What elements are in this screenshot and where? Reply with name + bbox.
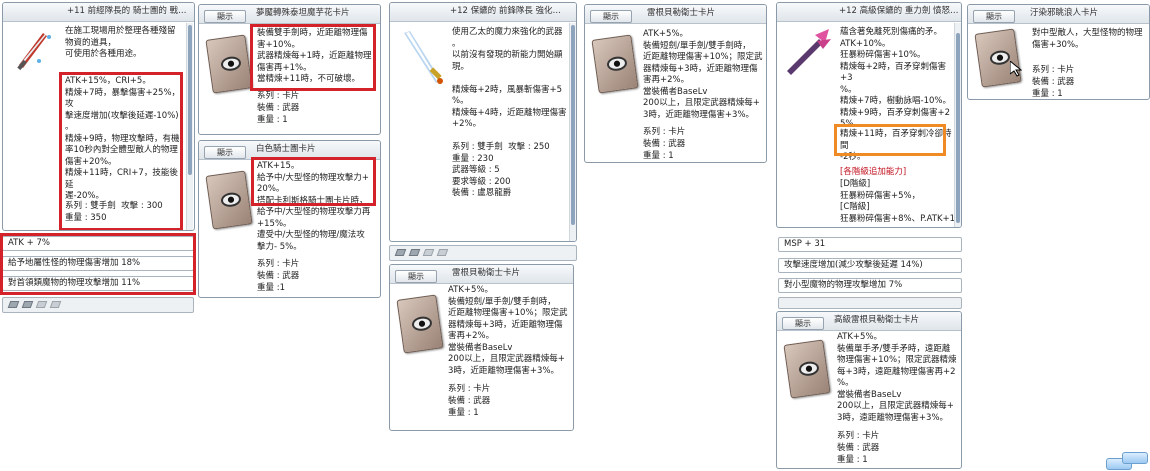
scrollbar[interactable] <box>569 23 576 241</box>
item-flavor-text: 在施工現場用於整理各種殘留 物資的道具， 可使用於各種用途。 <box>65 26 176 59</box>
card-title: 雷根貝勒衛士卡片 <box>452 268 521 278</box>
item-effect-text: 蘊含著免離死別傷痛的矛。 ATK+10%。 狂暴粉碎傷害+10%。 精煉每+2時… <box>840 27 951 129</box>
slot-icon <box>436 249 449 256</box>
card-type: 系列 : 卡片 <box>643 127 686 137</box>
slot-icon <box>422 249 435 256</box>
card-weight: 重量 : 1 <box>257 115 288 125</box>
card-weight: 重量 : 1 <box>1032 89 1063 99</box>
show-button[interactable]: 顯示 <box>204 146 246 159</box>
card-image <box>205 34 253 94</box>
item-title: +12 高級保鑣的 重力劍 憤怒… <box>839 6 959 16</box>
card-type: 系列 : 卡片 <box>1032 65 1075 75</box>
card-weight: 重量 :1 <box>257 283 285 293</box>
card-title: 白色騎士團卡片 <box>256 144 316 154</box>
card-image <box>205 170 253 230</box>
highlight-box-stats <box>0 233 196 295</box>
cursor-icon <box>1010 61 1022 77</box>
item-title-bar[interactable]: +12 高級保鑣的 重力劍 憤怒… <box>777 3 961 22</box>
sword-icon <box>17 33 51 71</box>
card-title-bar[interactable]: 顯示 雷根貝勒衛士卡片 <box>585 5 766 24</box>
card-title-bar[interactable]: 顯示 雷根貝勒衛士卡片 <box>390 265 573 284</box>
card-type: 系列 : 卡片 <box>257 91 300 101</box>
card-window-guard-2: 顯示 雷根貝勒衛士卡片 ATK+5%。 裝備短劍/單手劍/雙手劍時， 近距離物理… <box>389 264 574 431</box>
scrollbar[interactable] <box>954 23 961 227</box>
item-effect-text: 使用乙太的魔力來強化的武器 。 以前沒有發現的新能力開始顯 現。 精煉每+2時，… <box>452 27 567 198</box>
card-type: 系列 : 卡片 <box>448 384 491 394</box>
nav-button[interactable] <box>1122 452 1148 464</box>
card-type: 系列 : 卡片 <box>837 431 880 441</box>
card-window-high-guard: 顯示 高級雷根貝勒衛士卡片 ATK+5%。 裝備單手矛/雙手矛時，遠距離 物理傷… <box>776 311 962 469</box>
item-title-bar[interactable]: +11 前經隊長的 騎士團的 戰… <box>3 3 194 22</box>
card-title-bar[interactable]: 顯示 高級雷根貝勒衛士卡片 <box>777 312 961 331</box>
show-button[interactable]: 顯示 <box>590 10 632 23</box>
card-image <box>783 339 831 399</box>
card-weight: 重量 : 1 <box>643 151 674 161</box>
card-slots <box>778 297 962 309</box>
card-image <box>591 34 639 94</box>
item-title-bar[interactable]: +12 保鑣的 前鋒隊長 強化… <box>390 3 576 22</box>
card-window-nightmare: 顯示 夢魘轉殊泰坦魔芋花卡片 裝備雙手劍時，近距離物理傷 害+10%。 武器精煉… <box>198 4 381 135</box>
card-title: 雷根貝勒衛士卡片 <box>647 8 716 18</box>
stat-line-msp: MSP + 31 <box>778 237 962 252</box>
card-title-bar[interactable]: 顯示 夢魘轉殊泰坦魔芋花卡片 <box>199 5 380 24</box>
show-button[interactable]: 顯示 <box>395 270 437 283</box>
highlight-box <box>59 72 183 230</box>
show-button[interactable]: 顯示 <box>782 317 824 330</box>
highlight-box <box>250 24 376 91</box>
bonus-text: [D階級] 狂暴粉碎傷害+5%， [C階級] 狂暴粉碎傷害+8%、P.ATK+1 <box>840 179 956 224</box>
slot-icon <box>21 301 34 308</box>
card-title: 高級雷根貝勒衛士卡片 <box>834 315 920 325</box>
lance-icon <box>404 31 443 84</box>
stat-line-aspd: 攻擊速度增加(減少攻擊後延遲 14%) <box>778 258 962 273</box>
slot-icon <box>35 301 48 308</box>
card-equip: 裝備 : 武器 <box>257 103 300 113</box>
card-effect-text: ATK+5%。 裝備短劍/單手劍/雙手劍時， 近距離物理傷害+10%；限定武 器… <box>448 285 568 376</box>
item-title: +12 保鑣的 前鋒隊長 強化… <box>450 6 562 16</box>
item-window-sword: +11 前經隊長的 騎士團的 戰… 在施工現場用於整理各種殘留 物資的道具， 可… <box>2 2 195 231</box>
card-equip: 裝備 : 武器 <box>1032 77 1075 87</box>
slot-icon <box>394 249 407 256</box>
card-equip: 裝備 : 武器 <box>643 139 686 149</box>
scrollbar[interactable] <box>186 23 193 230</box>
show-button[interactable]: 顯示 <box>973 10 1015 23</box>
card-type: 系列 : 卡片 <box>257 259 300 269</box>
item-window-spear: +12 高級保鑣的 重力劍 憤怒… 蘊含著免離死別傷痛的矛。 ATK+10%。 … <box>776 2 962 228</box>
card-equip: 裝備 : 武器 <box>257 271 300 281</box>
card-title: 夢魘轉殊泰坦魔芋花卡片 <box>256 8 350 18</box>
slot-icon <box>408 249 421 256</box>
card-effect-text: ATK+5%。 裝備單手矛/雙手矛時，遠距離 物理傷害+10%；限定武器精煉 每… <box>837 332 957 423</box>
spear-icon <box>787 29 831 75</box>
slot-icon <box>7 301 20 308</box>
show-button[interactable]: 顯示 <box>204 10 246 23</box>
item-window-lance: +12 保鑣的 前鋒隊長 強化… 使用乙太的魔力來強化的武器 。 以前沒有發現的… <box>389 2 577 242</box>
card-equip: 裝備 : 武器 <box>448 396 491 406</box>
card-image <box>396 294 444 354</box>
stat-line-small: 對小型魔物的物理攻擊增加 7% <box>778 278 962 293</box>
card-title-bar[interactable]: 顯示 汙染邪眺浪人卡片 <box>968 5 1149 24</box>
highlight-box <box>251 157 376 206</box>
card-slots <box>389 245 577 261</box>
card-title: 汙染邪眺浪人卡片 <box>1030 8 1099 18</box>
card-image <box>974 28 1022 88</box>
card-slots <box>2 297 194 313</box>
scroll-thumb[interactable] <box>188 25 192 175</box>
card-effect-text: ATK+5%。 裝備短劍/單手劍/雙手劍時， 近距離物理傷害+10%；限定武 器… <box>643 29 763 120</box>
card-equip: 裝備 : 武器 <box>837 443 880 453</box>
card-window-guard-1: 顯示 雷根貝勒衛士卡片 ATK+5%。 裝備短劍/單手劍/雙手劍時， 近距離物理… <box>584 4 767 163</box>
bonus-title: [各階級追加能力] <box>840 167 907 177</box>
slot-icon <box>49 301 62 308</box>
item-title: +11 前經隊長的 騎士團的 戰… <box>67 6 187 16</box>
card-weight: 重量 : 1 <box>448 408 479 418</box>
card-effect-text: 對中型敵人，大型怪物的物理 傷害+30%。 <box>1032 28 1143 50</box>
scroll-thumb[interactable] <box>956 33 960 223</box>
card-weight: 重量 : 1 <box>837 455 868 465</box>
scroll-thumb[interactable] <box>571 25 575 225</box>
card-window-ronin: 顯示 汙染邪眺浪人卡片 對中型敵人，大型怪物的物理 傷害+30%。 系列 : 卡… <box>967 4 1150 100</box>
highlight-box <box>834 124 946 156</box>
card-window-white-knight: 顯示 白色騎士團卡片 ATK+15。 給予中/大型怪的物理攻擊力+ 20%。 搭… <box>198 140 381 298</box>
